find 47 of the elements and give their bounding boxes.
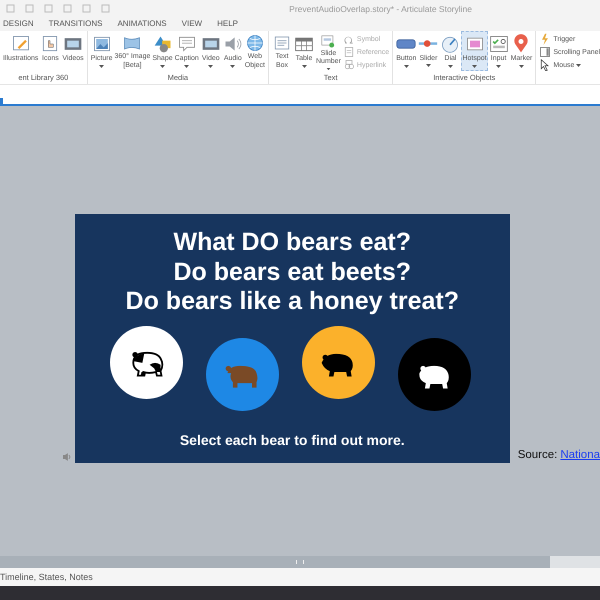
- checkbox-form-icon: [488, 34, 509, 54]
- toolbar-icon[interactable]: [6, 4, 15, 13]
- shapes-icon: [152, 34, 172, 54]
- slide-title: What DO bears eat? Do bears eat beets? Do bears like a honey treat?: [124, 228, 460, 316]
- speaker-icon: [62, 452, 72, 462]
- caret-icon: [326, 68, 331, 70]
- caret-icon: [302, 64, 306, 68]
- toolbar-icon[interactable]: [82, 4, 91, 13]
- slide-instruction: Select each bear to find out more.: [178, 432, 406, 448]
- horizontal-scrollbar[interactable]: [0, 556, 600, 568]
- window-title: PreventAudioOverlap.story* - Articulate Storyline: [289, 4, 472, 14]
- caret-icon: [576, 64, 582, 66]
- panorama-icon: [122, 34, 142, 52]
- slider-icon: [418, 39, 438, 49]
- speech-bubble-icon: [176, 34, 197, 54]
- panel-icon: [539, 46, 552, 58]
- button-shape-icon: [396, 39, 416, 49]
- link-icon: [342, 59, 355, 71]
- toolbar-icon[interactable]: [101, 4, 110, 13]
- document-icon: [342, 46, 355, 58]
- caret-icon: [184, 64, 190, 68]
- caret-icon: [472, 64, 478, 68]
- caret-icon: [230, 64, 236, 68]
- caret-icon: [518, 64, 524, 68]
- caret-icon: [99, 64, 104, 68]
- text-box-icon: [272, 34, 292, 52]
- ribbon-tab[interactable]: VIEW: [178, 17, 214, 31]
- source-link[interactable]: Nationa: [560, 449, 600, 461]
- panel-title: Timeline, States, Notes: [0, 572, 93, 582]
- caret-icon: [448, 64, 453, 68]
- ribbon-tab[interactable]: DESIGN: [0, 17, 46, 31]
- caret-icon: [404, 64, 409, 68]
- picture-icon: [92, 34, 112, 54]
- pointer-icon: [539, 59, 552, 71]
- source-label: Source:: [518, 449, 558, 461]
- dial-icon: [440, 34, 460, 54]
- ribbon-tab[interactable]: ANIMATIONS: [114, 17, 179, 31]
- ribbon-tab[interactable]: TRANSITIONS: [46, 17, 114, 31]
- globe-icon: [244, 34, 265, 52]
- toolbar-icon[interactable]: [44, 4, 53, 13]
- ribbon-tab[interactable]: HELP: [214, 17, 250, 31]
- toolbar-icon[interactable]: [25, 4, 34, 13]
- caret-icon: [208, 64, 214, 68]
- toolbar-icon[interactable]: [63, 4, 72, 13]
- caret-icon: [496, 64, 502, 68]
- caret-icon: [426, 64, 431, 68]
- caret-icon: [160, 64, 165, 68]
